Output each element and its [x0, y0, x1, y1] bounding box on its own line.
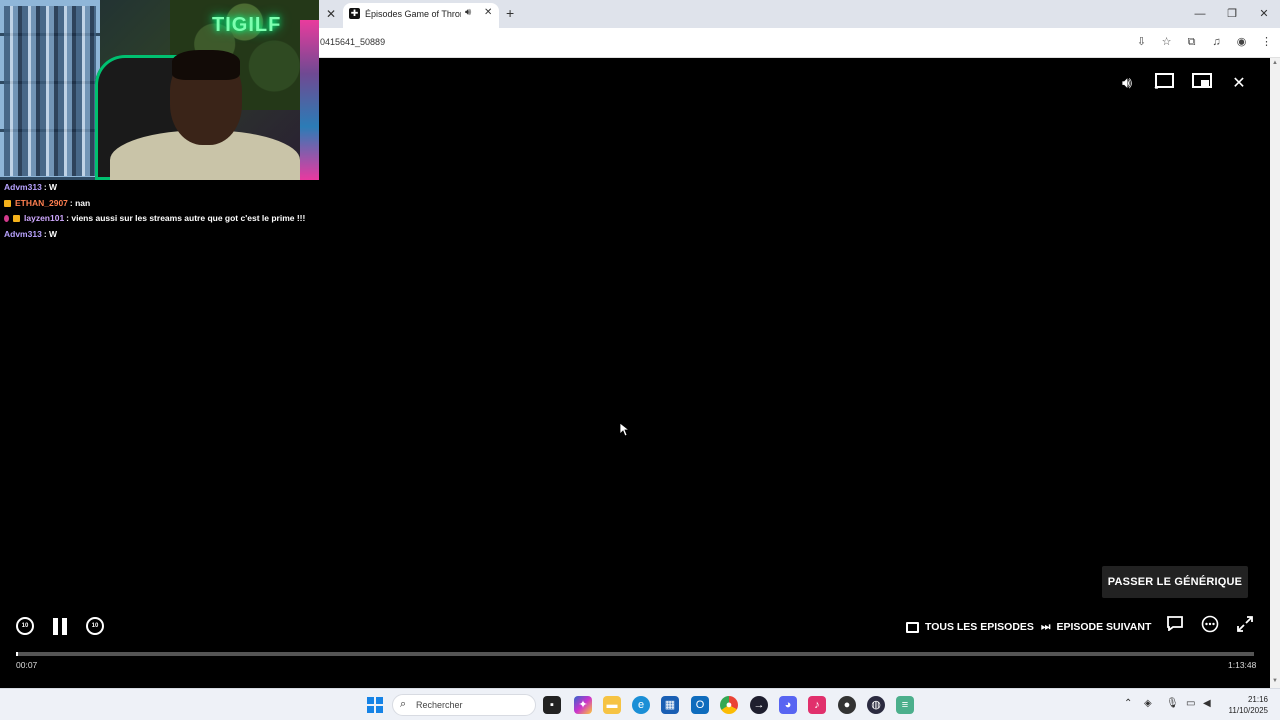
- browser-tab-active[interactable]: ✚ Épisodes Game of Thrones 🔊︎ ✕: [343, 3, 499, 28]
- new-tab-button[interactable]: +: [506, 6, 514, 20]
- progress-bar[interactable]: [16, 652, 1254, 656]
- restore-button[interactable]: ❐: [1216, 0, 1248, 28]
- install-app-icon[interactable]: ⇩: [1134, 34, 1149, 51]
- close-player-icon[interactable]: ✕: [1228, 73, 1250, 95]
- pause-icon[interactable]: [53, 618, 67, 635]
- total-time: 1:13:48: [1228, 660, 1257, 670]
- window-controls: — ❐ ✕: [1184, 0, 1280, 28]
- discord-icon[interactable]: ◕: [779, 696, 797, 714]
- streamer-hair: [172, 50, 240, 80]
- chat-text: : nan: [69, 197, 91, 208]
- crown-badge-icon: [4, 199, 11, 207]
- mouse-cursor-icon: [620, 423, 630, 437]
- chat-overlay: Advm313 : W ETHAN_2907 : nan layzen101 :…: [4, 180, 324, 242]
- address-bar: 0415641_50889 ⇩ ☆ ⧉ ♫ ◉ ⋮: [319, 28, 1280, 58]
- next-episode-button[interactable]: ⏭︎ EPISODE SUIVANT: [1041, 618, 1151, 636]
- obs-icon[interactable]: ◍: [867, 696, 885, 714]
- chat-username: ETHAN_2907: [15, 197, 68, 208]
- chat-text: : W: [43, 182, 58, 192]
- chat-username: layzen101: [24, 213, 65, 223]
- chat-text: : W: [43, 228, 58, 239]
- taskbar: ⌕ Rechercher ▪ ✦ ▬ e ▦ O ● → ◕ ♪ ● ◍ ≡ ⌃…: [0, 688, 1280, 720]
- chrome-icon[interactable]: ●: [720, 696, 738, 714]
- chat-message: Advm313 : W: [4, 227, 324, 243]
- notepad-icon[interactable]: ≡: [896, 696, 914, 714]
- scrollbar[interactable]: [1270, 58, 1280, 688]
- network-icon[interactable]: ◈: [1144, 698, 1152, 709]
- all-episodes-button[interactable]: TOUS LES EPISODES: [906, 618, 1034, 636]
- edge-icon[interactable]: e: [632, 696, 650, 714]
- search-placeholder: Rechercher: [416, 700, 463, 710]
- task-view-icon[interactable]: ▪: [543, 696, 561, 714]
- skip-credits-button[interactable]: PASSER LE GÉNÉRIQUE: [1102, 566, 1248, 598]
- all-episodes-label: TOUS LES EPISODES: [925, 621, 1034, 633]
- cast-icon[interactable]: [1153, 73, 1175, 95]
- next-episode-icon: ⏭︎: [1041, 620, 1051, 633]
- tiktok-icon[interactable]: ♪: [808, 696, 826, 714]
- outlook-icon[interactable]: O: [691, 696, 709, 714]
- chat-message: Advm313 : W: [4, 180, 324, 196]
- tab-title: Épisodes Game of Thrones: [365, 9, 461, 19]
- chat-username: Advm313: [4, 228, 42, 239]
- next-episode-label: EPISODE SUIVANT: [1056, 621, 1152, 633]
- rewind-10-icon[interactable]: 10: [16, 617, 34, 635]
- system-clock[interactable]: 21:16 11/10/2025: [1222, 694, 1268, 716]
- episodes-list-icon: [906, 621, 919, 633]
- clock-date: 11/10/2025: [1228, 706, 1268, 715]
- search-icon: ⌕: [400, 698, 407, 710]
- file-explorer-icon[interactable]: ▬: [603, 696, 621, 714]
- chat-username: Advm313: [4, 182, 42, 192]
- url-field[interactable]: 0415641_50889: [320, 37, 385, 47]
- menu-icon[interactable]: ⋮: [1259, 34, 1274, 51]
- minimize-button[interactable]: —: [1184, 0, 1216, 28]
- close-window-button[interactable]: ✕: [1248, 0, 1280, 28]
- webcam-overlay: TIGILF: [0, 0, 319, 180]
- extensions-icon[interactable]: ⧉: [1184, 34, 1199, 51]
- address-bar-icons: ⇩ ☆ ⧉ ♫ ◉ ⋮: [1134, 34, 1274, 51]
- app-notification-icon[interactable]: ●: [838, 696, 856, 714]
- more-options-icon[interactable]: [1199, 615, 1221, 637]
- chat-message: ETHAN_2907 : nan: [4, 196, 324, 212]
- rgb-light-strip: [300, 20, 319, 180]
- drop-badge-icon: [4, 215, 9, 223]
- chat-message: layzen101 : viens aussi sur les streams …: [4, 211, 324, 227]
- tray-expand-icon[interactable]: ⌃: [1124, 698, 1132, 709]
- close-tab-icon[interactable]: ✕: [323, 6, 339, 22]
- scroll-down-arrow-icon[interactable]: ▼: [1272, 678, 1278, 684]
- browser-tab-bar: ✕ ✚ Épisodes Game of Thrones 🔊︎ ✕ + — ❐ …: [319, 0, 1280, 28]
- neon-sign: TIGILF: [212, 14, 282, 36]
- crown-badge-icon: [13, 215, 20, 223]
- media-control-icon[interactable]: ♫: [1209, 34, 1224, 51]
- store-icon[interactable]: ▦: [661, 696, 679, 714]
- microphone-icon[interactable]: 🎙︎: [1166, 698, 1179, 709]
- copilot-icon[interactable]: ✦: [574, 696, 592, 714]
- volume-icon[interactable]: 🔊︎: [1116, 73, 1138, 95]
- bookmark-star-icon[interactable]: ☆: [1159, 34, 1174, 51]
- bookshelf: [0, 0, 100, 180]
- progress-fill: [16, 652, 18, 656]
- picture-in-picture-icon[interactable]: [1191, 73, 1213, 95]
- profile-icon[interactable]: ◉: [1234, 34, 1249, 51]
- favicon-icon: ✚: [349, 8, 360, 19]
- windows-start-icon[interactable]: [367, 697, 383, 713]
- subtitles-icon[interactable]: [1164, 615, 1186, 637]
- app-arrow-icon[interactable]: →: [750, 696, 768, 714]
- current-time: 00:07: [16, 660, 38, 670]
- chat-text: : viens aussi sur les streams autre que …: [66, 213, 306, 223]
- scroll-up-arrow-icon[interactable]: ▲: [1272, 60, 1278, 66]
- taskbar-search[interactable]: ⌕ Rechercher: [392, 694, 536, 716]
- close-tab-icon[interactable]: ✕: [484, 7, 492, 18]
- fullscreen-icon[interactable]: [1234, 615, 1256, 637]
- speaker-icon[interactable]: ◀︎: [1203, 698, 1211, 709]
- display-icon[interactable]: ▭: [1186, 698, 1195, 709]
- clock-time: 21:16: [1247, 695, 1268, 704]
- speaker-icon[interactable]: 🔊︎: [465, 7, 471, 18]
- forward-10-icon[interactable]: 10: [86, 617, 104, 635]
